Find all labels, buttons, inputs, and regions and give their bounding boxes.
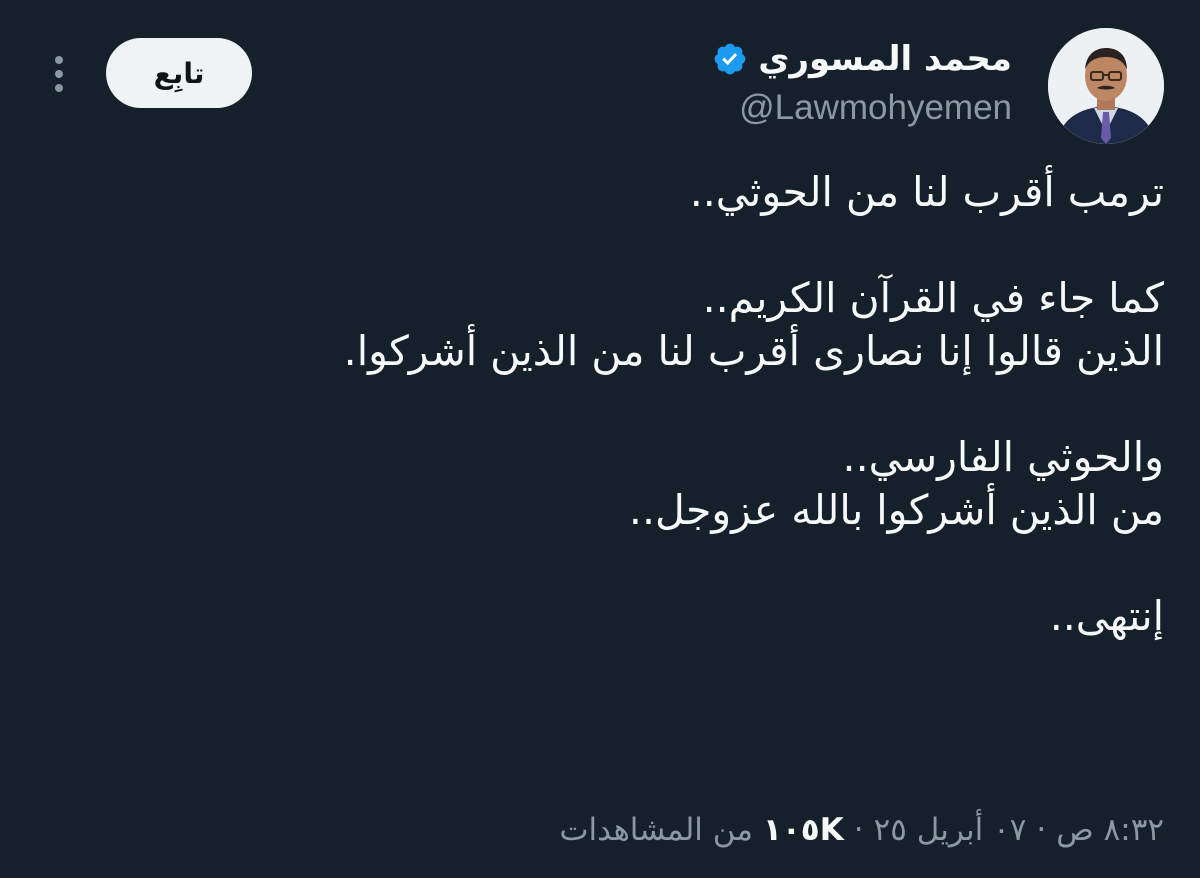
tweet-time[interactable]: ٨:٣٢ ص (1056, 812, 1164, 848)
tweet-text-line: كما جاء في القرآن الكريم.. (702, 274, 1164, 322)
avatar-image (1048, 28, 1164, 144)
tweet-text-line: إنتهى.. (1049, 592, 1164, 640)
more-vertical-icon[interactable] (42, 54, 76, 94)
author-display-name[interactable]: محمد المسوري (758, 39, 1012, 79)
tweet-text-line: من الذين أشركوا بالله عزوجل.. (628, 486, 1164, 534)
meta-separator: · (853, 812, 864, 848)
verified-badge-icon (712, 41, 748, 77)
meta-separator: · (1036, 812, 1047, 848)
author-handle[interactable]: @Lawmohyemen (712, 88, 1012, 128)
tweet-date[interactable]: ٠٧ أبريل ٢٥ (874, 812, 1027, 848)
tweet-text-line: الذين قالوا إنا نصارى أقرب لنا من الذين … (343, 327, 1164, 375)
avatar[interactable] (1048, 28, 1164, 144)
tweet-text-gap (36, 378, 1164, 431)
tweet-text-gap (36, 219, 1164, 272)
author-name-row: محمد المسوري (712, 34, 1012, 84)
follow-button[interactable]: تابِع (106, 38, 252, 108)
tweet-text: ترمب أقرب لنا من الحوثي.. كما جاء في الق… (36, 166, 1164, 643)
tweet-text-line: ترمب أقرب لنا من الحوثي.. (689, 168, 1164, 216)
tweet-header: محمد المسوري @Lawmohyemen تابِع (36, 28, 1164, 148)
tweet-text-line: والحوثي الفارسي.. (842, 433, 1164, 481)
views-count: ١٠٥K (762, 812, 844, 848)
views-label: من المشاهدات (559, 812, 753, 848)
tweet-container: محمد المسوري @Lawmohyemen تابِع ترمب أقر… (0, 0, 1200, 878)
tweet-text-gap (36, 537, 1164, 590)
author-identity: محمد المسوري @Lawmohyemen (712, 34, 1012, 128)
tweet-meta: ٨:٣٢ ص · ٠٧ أبريل ٢٥ · ١٠٥K من المشاهدات (559, 812, 1164, 848)
